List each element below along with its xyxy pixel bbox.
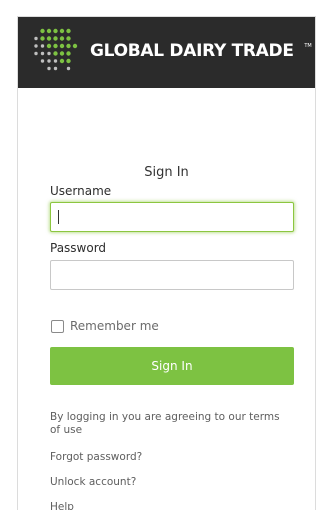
dot-grid-logo-icon	[34, 28, 78, 71]
page-title: Sign In	[144, 165, 189, 180]
login-page: GLOBAL DAIRY TRADE TM Sign In Username P…	[0, 0, 333, 510]
username-label: Username	[50, 184, 112, 198]
password-input[interactable]	[50, 260, 294, 290]
brand-header: GLOBAL DAIRY TRADE TM	[18, 17, 315, 88]
password-label: Password	[50, 241, 107, 255]
forgot-password-link[interactable]: Forgot password?	[50, 451, 142, 463]
sign-in-button[interactable]: Sign In	[50, 347, 294, 385]
brand-name: GLOBAL DAIRY TRADE	[90, 41, 294, 61]
remember-me-checkbox[interactable]	[51, 320, 64, 333]
terms-text: By logging in you are agreeing to our te…	[50, 411, 280, 436]
remember-me-label[interactable]: Remember me	[70, 319, 159, 333]
trademark-mark: TM	[304, 43, 312, 49]
unlock-account-link[interactable]: Unlock account?	[50, 476, 136, 488]
login-card: GLOBAL DAIRY TRADE TM Sign In Username P…	[17, 16, 316, 510]
text-caret	[58, 210, 59, 224]
help-link[interactable]: Help	[50, 501, 74, 510]
username-input[interactable]	[50, 202, 294, 232]
